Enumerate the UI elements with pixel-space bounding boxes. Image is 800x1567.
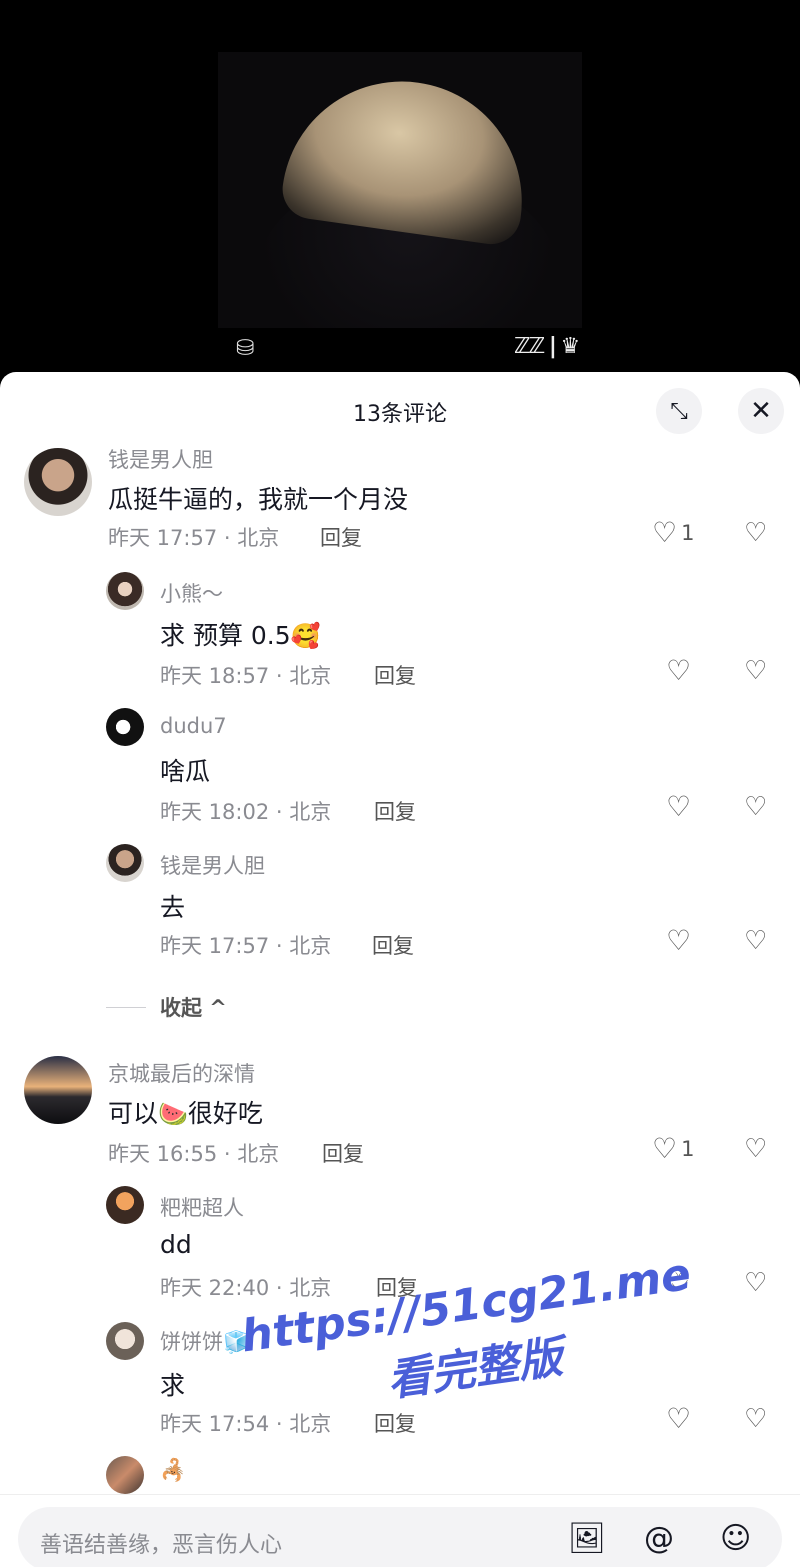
broken-heart-icon[interactable]: ♡ [744,926,767,956]
comment-text: 啥瓜 [160,757,211,786]
collapse-label: 收起 ^ [160,996,227,1020]
heart-icon[interactable]: ♡ [666,790,691,823]
avatar[interactable] [106,572,144,610]
reply-button[interactable]: 回复 [372,930,414,960]
comment-text: 可以🍉很好吃 [108,1094,263,1130]
comment-text-body: 求 预算 0.5 [160,621,291,650]
channel-logo-icon: ℤℤ | ♛ [514,334,580,359]
comment-text: 求 [160,1371,186,1400]
broken-heart-icon[interactable]: ♡ [744,1134,767,1164]
comment-username[interactable]: 京城最后的深情 [108,1058,255,1088]
heart-icon: ♡ [652,1132,678,1165]
comment-text: dd [160,1230,192,1259]
close-icon: ✕ [750,396,772,426]
comment-username[interactable]: 粑粑超人 [160,1192,244,1222]
comment-meta: 昨天 18:02 · 北京 [160,800,332,824]
sheet-header: 13条评论 ⤡ ✕ [0,372,800,448]
at-mention-icon[interactable]: @ [644,1521,674,1556]
comment-username[interactable]: 饼饼饼🧊 [160,1326,249,1356]
broken-heart-icon[interactable]: ♡ [744,1268,767,1298]
comment-username[interactable]: 🦂 [160,1458,186,1483]
comment-input[interactable]: 善语结善缘，恶言伤人心 🖼 @ ☺ [18,1507,782,1567]
avatar[interactable] [106,844,144,882]
reply-button[interactable]: 回复 [322,1138,364,1168]
heart-icon[interactable]: ♡ [666,1402,691,1435]
reply-button[interactable]: 回复 [374,660,416,690]
broken-heart-icon[interactable]: ♡ [744,792,767,822]
avatar[interactable] [24,1056,92,1124]
reply-button[interactable]: 回复 [374,1408,416,1438]
avatar[interactable] [106,1186,144,1224]
comment-meta: 昨天 22:40 · 北京 [160,1276,332,1300]
video-frame[interactable] [218,52,582,328]
comment-text-part: 很好吃 [187,1099,263,1128]
comment-text: 求 预算 0.5🥰 [160,616,321,652]
comment-text: 瓜挺牛逼的，我就一个月没 [108,485,409,514]
image-icon[interactable]: 🖼 [568,1521,606,1556]
comment-text: 去 [160,893,186,922]
hug-emoji-icon: 🥰 [290,622,321,650]
watermelon-emoji-icon: 🍉 [158,1100,188,1128]
expand-button[interactable]: ⤡ [656,388,702,434]
avatar[interactable] [24,448,92,516]
comment-meta: 昨天 17:57 · 北京 [108,526,280,550]
like-count: 1 [681,520,695,545]
video-player[interactable]: ⛁ ℤℤ | ♛ [0,0,800,380]
divider [106,1006,146,1008]
comment-username[interactable]: 小熊～ [160,578,223,608]
username-text: 饼饼饼 [160,1330,223,1354]
emoji-icon[interactable]: ☺ [720,1521,751,1556]
avatar[interactable] [106,708,144,746]
app-logo-icon: ⛁ [236,336,255,361]
avatar[interactable] [106,1456,144,1494]
close-button[interactable]: ✕ [738,388,784,434]
comment-meta: 昨天 17:57 · 北京 [160,934,332,958]
reply-button[interactable]: 回复 [374,796,416,826]
comment-input-bar: 善语结善缘，恶言伤人心 🖼 @ ☺ [0,1494,800,1567]
broken-heart-icon[interactable]: ♡ [744,656,767,686]
comment-username[interactable]: 钱是男人胆 [108,444,213,474]
scorpion-emoji-icon: 🦂 [160,1458,187,1482]
comment-username[interactable]: 钱是男人胆 [160,850,265,880]
comment-input-placeholder: 善语结善缘，恶言伤人心 [40,1533,283,1558]
comment-text-part: 可以 [108,1099,159,1128]
like-button[interactable]: ♡ 1 [652,1132,694,1165]
collapse-replies-button[interactable]: 收起 ^ [106,992,227,1022]
avatar[interactable] [106,1322,144,1360]
broken-heart-icon[interactable]: ♡ [744,1404,767,1434]
expand-icon: ⤡ [670,398,688,424]
comment-meta: 昨天 16:55 · 北京 [108,1142,280,1166]
comment-meta: 昨天 18:57 · 北京 [160,664,332,688]
heart-icon: ♡ [652,516,678,549]
like-count: 1 [681,1136,695,1161]
comment-username[interactable]: dudu7 [160,714,227,738]
like-button[interactable]: ♡ 1 [652,516,694,549]
heart-icon[interactable]: ♡ [666,924,691,957]
heart-icon[interactable]: ♡ [666,654,691,687]
broken-heart-icon[interactable]: ♡ [744,518,767,548]
reply-button[interactable]: 回复 [320,522,362,552]
